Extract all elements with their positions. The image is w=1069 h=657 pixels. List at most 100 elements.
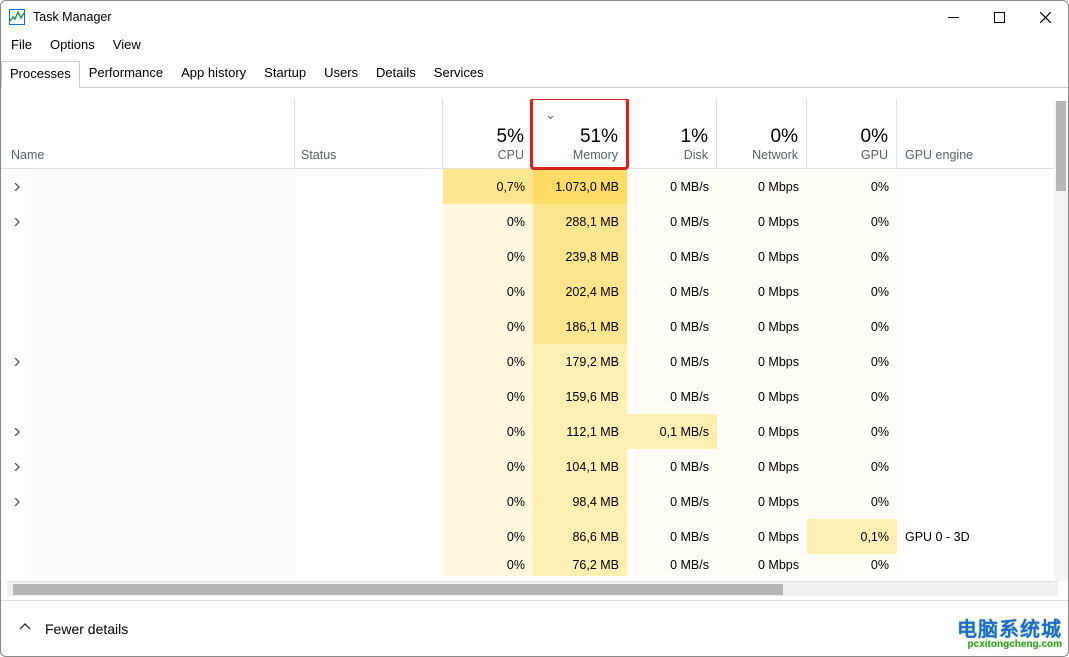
header-gpu-pct: 0% — [861, 126, 888, 148]
menu-bar: File Options View — [1, 33, 1068, 60]
row-cpu-cell: 0% — [443, 554, 533, 576]
header-cpu-pct: 5% — [497, 126, 524, 148]
expand-chevron-icon[interactable] — [11, 428, 23, 436]
row-gpu-cell: 0% — [807, 414, 897, 449]
horizontal-scrollbar-thumb[interactable] — [13, 584, 783, 595]
chevron-up-icon[interactable] — [19, 621, 31, 636]
row-gpu-cell: 0% — [807, 554, 897, 576]
row-status-cell — [295, 519, 443, 554]
row-name-blurred — [31, 169, 295, 204]
row-status-cell — [295, 379, 443, 414]
header-cpu[interactable]: 5% CPU — [443, 99, 533, 168]
minimize-button[interactable] — [930, 1, 976, 33]
close-icon — [1040, 12, 1051, 23]
row-disk-cell: 0 MB/s — [627, 204, 717, 239]
row-cpu-cell: 0% — [443, 414, 533, 449]
header-name[interactable]: Name — [1, 99, 295, 168]
tab-services[interactable]: Services — [425, 60, 493, 87]
row-gpu-engine-cell — [897, 449, 1068, 484]
row-gpu-engine-cell — [897, 379, 1068, 414]
table-row[interactable]: 0%112,1 MB0,1 MB/s0 Mbps0% — [1, 414, 1068, 449]
row-network-cell: 0 Mbps — [717, 554, 807, 576]
row-status-cell — [295, 554, 443, 576]
tab-processes[interactable]: Processes — [1, 61, 80, 88]
row-status-cell — [295, 239, 443, 274]
row-memory-cell: 159,6 MB — [533, 379, 627, 414]
row-gpu-engine-cell — [897, 554, 1068, 576]
header-memory[interactable]: ⌄ 51% Memory — [533, 99, 627, 168]
expand-chevron-icon[interactable] — [11, 358, 23, 366]
tab-startup[interactable]: Startup — [255, 60, 315, 87]
tab-app-history[interactable]: App history — [172, 60, 255, 87]
minimize-icon — [948, 12, 959, 23]
expand-chevron-icon[interactable] — [11, 183, 23, 191]
header-status[interactable]: Status — [295, 99, 443, 168]
window-title: Task Manager — [33, 10, 112, 24]
table-row[interactable]: 0%288,1 MB0 MB/s0 Mbps0% — [1, 204, 1068, 239]
header-gpu[interactable]: 0% GPU — [807, 99, 897, 168]
row-network-cell: 0 Mbps — [717, 449, 807, 484]
row-network-cell: 0 Mbps — [717, 344, 807, 379]
header-network[interactable]: 0% Network — [717, 99, 807, 168]
horizontal-scrollbar[interactable] — [7, 581, 1058, 596]
row-network-cell: 0 Mbps — [717, 414, 807, 449]
row-network-cell: 0 Mbps — [717, 484, 807, 519]
row-name-cell — [1, 344, 295, 379]
row-name-blurred — [31, 274, 295, 309]
row-name-blurred — [31, 204, 295, 239]
row-name-cell — [1, 449, 295, 484]
header-disk[interactable]: 1% Disk — [627, 99, 717, 168]
table-row[interactable]: 0,7%1.073,0 MB0 MB/s0 Mbps0% — [1, 169, 1068, 204]
table-row[interactable]: 0%98,4 MB0 MB/s0 Mbps0% — [1, 484, 1068, 519]
row-cpu-cell: 0% — [443, 449, 533, 484]
table-row[interactable]: 0%86,6 MB0 MB/s0 Mbps0,1%GPU 0 - 3D — [1, 519, 1068, 554]
row-cpu-cell: 0% — [443, 344, 533, 379]
menu-options[interactable]: Options — [50, 37, 95, 52]
header-disk-label: Disk — [684, 148, 708, 162]
close-button[interactable] — [1022, 1, 1068, 33]
row-cpu-cell: 0,7% — [443, 169, 533, 204]
row-name-blurred — [31, 449, 295, 484]
expand-chevron-icon[interactable] — [11, 218, 23, 226]
table-row[interactable]: 0%159,6 MB0 MB/s0 Mbps0% — [1, 379, 1068, 414]
row-name-cell — [1, 414, 295, 449]
row-cpu-cell: 0% — [443, 239, 533, 274]
tab-performance[interactable]: Performance — [80, 60, 172, 87]
vertical-scrollbar[interactable] — [1054, 101, 1068, 581]
row-disk-cell: 0 MB/s — [627, 344, 717, 379]
table-row[interactable]: 0%239,8 MB0 MB/s0 Mbps0% — [1, 239, 1068, 274]
row-name-blurred — [31, 239, 295, 274]
row-status-cell — [295, 309, 443, 344]
row-name-blurred — [31, 344, 295, 379]
table-row[interactable]: 0%202,4 MB0 MB/s0 Mbps0% — [1, 274, 1068, 309]
row-disk-cell: 0 MB/s — [627, 274, 717, 309]
expand-chevron-icon[interactable] — [11, 463, 23, 471]
row-name-blurred — [31, 414, 295, 449]
menu-file[interactable]: File — [11, 37, 32, 52]
expand-chevron-icon[interactable] — [11, 498, 23, 506]
row-name-blurred — [31, 484, 295, 519]
table-row[interactable]: 0%186,1 MB0 MB/s0 Mbps0% — [1, 309, 1068, 344]
header-gpu-engine[interactable]: GPU engine — [897, 99, 1068, 168]
row-gpu-cell: 0,1% — [807, 519, 897, 554]
row-name-cell — [1, 239, 295, 274]
row-name-cell — [1, 484, 295, 519]
row-memory-cell: 288,1 MB — [533, 204, 627, 239]
row-status-cell — [295, 169, 443, 204]
vertical-scrollbar-thumb[interactable] — [1056, 101, 1066, 191]
row-memory-cell: 86,6 MB — [533, 519, 627, 554]
table-row[interactable]: 0%76,2 MB0 MB/s0 Mbps0% — [1, 554, 1068, 576]
row-name-blurred — [31, 309, 295, 344]
fewer-details-link[interactable]: Fewer details — [45, 621, 128, 637]
tab-users[interactable]: Users — [315, 60, 367, 87]
table-row[interactable]: 0%104,1 MB0 MB/s0 Mbps0% — [1, 449, 1068, 484]
maximize-button[interactable] — [976, 1, 1022, 33]
row-name-cell — [1, 169, 295, 204]
menu-view[interactable]: View — [113, 37, 141, 52]
row-disk-cell: 0 MB/s — [627, 169, 717, 204]
row-name-blurred — [31, 379, 295, 414]
row-network-cell: 0 Mbps — [717, 239, 807, 274]
table-row[interactable]: 0%179,2 MB0 MB/s0 Mbps0% — [1, 344, 1068, 379]
task-manager-icon — [9, 9, 25, 25]
tab-details[interactable]: Details — [367, 60, 425, 87]
